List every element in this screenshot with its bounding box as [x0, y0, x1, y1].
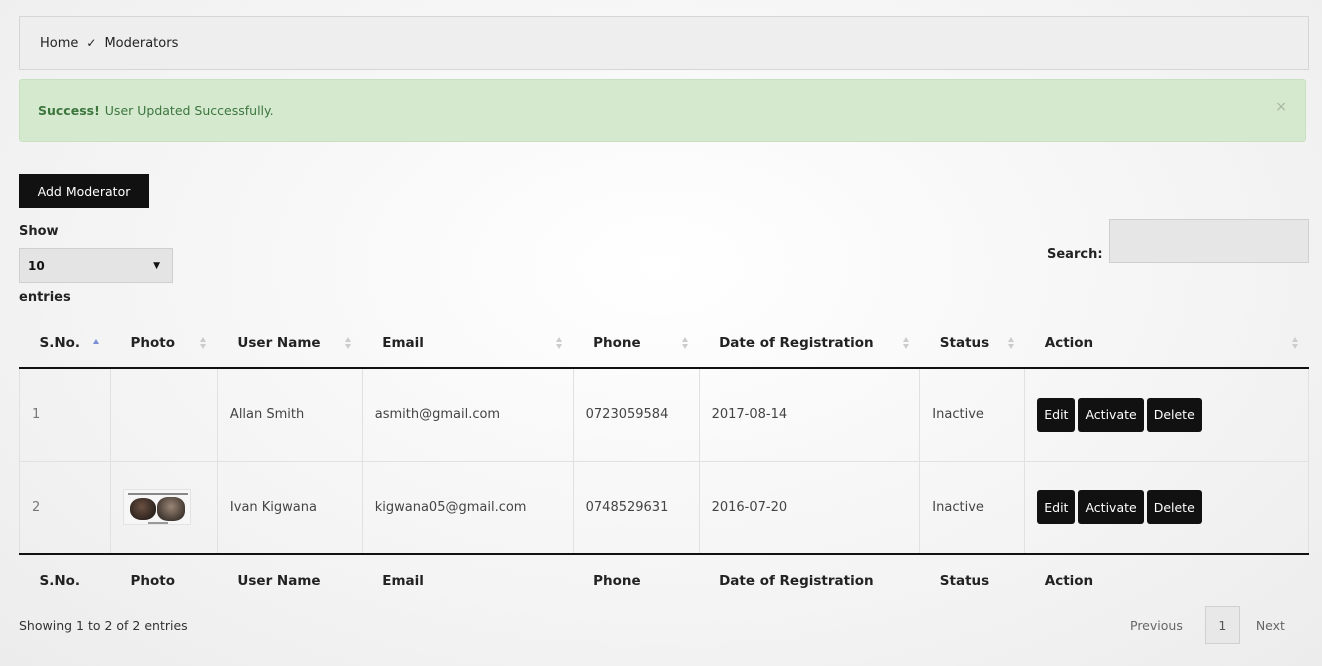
foot-status: Status [919, 553, 1025, 606]
delete-button[interactable]: Delete [1146, 397, 1202, 432]
col-header-phone[interactable]: Phone [573, 318, 700, 369]
cell-sno: 2 [19, 461, 111, 554]
pagination: Previous 1 Next [1120, 606, 1285, 644]
header-row: S.No. Photo User Name Email Phone Date o… [19, 318, 1309, 369]
col-header-sno[interactable]: S.No. [19, 318, 111, 369]
alert-strong: Success! [38, 103, 100, 118]
cell-date: 2017-08-14 [699, 368, 921, 462]
foot-action: Action [1024, 553, 1309, 606]
caret-down-icon: ▼ [153, 260, 160, 271]
col-header-date[interactable]: Date of Registration [699, 318, 920, 369]
edit-button[interactable]: Edit [1037, 397, 1076, 432]
cell-sno: 1 [19, 368, 111, 462]
entries-select-value: 10 [28, 258, 45, 273]
cell-status: Inactive [919, 461, 1026, 554]
entries-label: entries [19, 290, 71, 305]
check-icon: ✓ [86, 36, 97, 50]
sort-icon [681, 336, 689, 350]
foot-sno: S.No. [19, 553, 111, 606]
previous-page-button[interactable]: Previous [1120, 618, 1193, 633]
sort-icon [1291, 336, 1299, 350]
sort-icon [1007, 336, 1015, 350]
cell-phone: 0748529631 [573, 461, 700, 554]
user-photo-thumbnail [122, 489, 191, 526]
close-icon[interactable]: × [1275, 99, 1287, 115]
foot-phone: Phone [573, 553, 700, 606]
footer-row: S.No. Photo User Name Email Phone Date o… [19, 553, 1309, 606]
page: Home ✓ Moderators Success! User Updated … [0, 0, 1322, 666]
cell-phone: 0723059584 [573, 368, 700, 462]
col-header-username[interactable]: User Name [217, 318, 363, 369]
entries-select[interactable]: 10 ▼ [19, 248, 173, 283]
cell-actions: Edit Activate Delete [1024, 461, 1309, 554]
sort-icon [555, 336, 563, 350]
foot-email: Email [362, 553, 574, 606]
show-label: Show [19, 224, 59, 239]
cell-date: 2016-07-20 [699, 461, 921, 554]
cell-email: kigwana05@gmail.com [362, 461, 574, 554]
activate-button[interactable]: Activate [1078, 490, 1144, 525]
sort-icon [902, 336, 910, 350]
alert-message: User Updated Successfully. [104, 103, 274, 118]
edit-button[interactable]: Edit [1037, 490, 1076, 525]
col-header-photo[interactable]: Photo [110, 318, 218, 369]
next-page-button[interactable]: Next [1252, 618, 1285, 633]
foot-username: User Name [217, 553, 363, 606]
foot-date: Date of Registration [699, 553, 920, 606]
search-label: Search: [1047, 247, 1103, 262]
col-header-action[interactable]: Action [1024, 318, 1309, 369]
cell-username: Ivan Kigwana [217, 461, 363, 554]
delete-button[interactable]: Delete [1146, 490, 1202, 525]
cell-email: asmith@gmail.com [362, 368, 574, 462]
breadcrumb: Home ✓ Moderators [19, 16, 1309, 70]
page-1-button[interactable]: 1 [1204, 606, 1240, 644]
cell-username: Allan Smith [217, 368, 363, 462]
add-moderator-button[interactable]: Add Moderator [19, 174, 149, 208]
moderators-table: S.No. Photo User Name Email Phone Date o… [19, 318, 1309, 606]
breadcrumb-home-link[interactable]: Home [40, 36, 78, 51]
activate-button[interactable]: Activate [1078, 397, 1144, 432]
sort-icon [344, 336, 352, 350]
search-input[interactable] [1109, 219, 1309, 263]
cell-actions: Edit Activate Delete [1024, 368, 1309, 462]
cell-photo [110, 461, 218, 554]
cell-status: Inactive [919, 368, 1026, 462]
breadcrumb-current: Moderators [104, 35, 179, 51]
sort-asc-icon [92, 336, 100, 350]
col-header-status[interactable]: Status [919, 318, 1025, 369]
cell-photo [110, 368, 218, 462]
col-header-email[interactable]: Email [362, 318, 574, 369]
table-row: 2 Ivan Kigwana kigwana05@gmail.com 07485… [19, 461, 1309, 554]
table-info: Showing 1 to 2 of 2 entries [19, 618, 188, 633]
success-alert: Success! User Updated Successfully. × [19, 79, 1306, 142]
sort-icon [199, 336, 207, 350]
table-row: 1 Allan Smith asmith@gmail.com 072305958… [19, 368, 1309, 462]
foot-photo: Photo [110, 553, 218, 606]
